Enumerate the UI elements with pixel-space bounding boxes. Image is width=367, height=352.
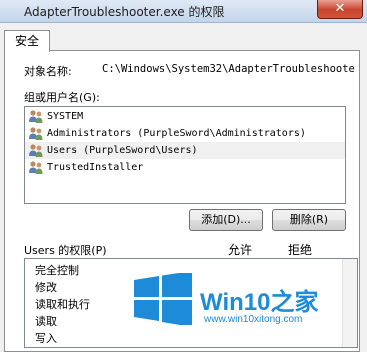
object-name-label: 对象名称: bbox=[24, 65, 72, 78]
permission-label: 读取 bbox=[35, 315, 57, 328]
close-button[interactable]: ✕ bbox=[317, 0, 363, 19]
group-list-label: 组或用户名(G): bbox=[24, 91, 100, 104]
list-item-label: SYSTEM bbox=[47, 111, 84, 122]
list-item-label: Administrators (PurpleSword\Administrato… bbox=[47, 128, 306, 139]
list-item[interactable]: TrustedInstaller bbox=[25, 159, 345, 176]
permissions-scrollbar[interactable] bbox=[342, 259, 357, 347]
user-group-icon bbox=[29, 161, 43, 174]
watermark-url: www.win10xitong.com bbox=[204, 314, 303, 325]
window-title: AdapterTroubleshooter.exe 的权限 bbox=[24, 5, 225, 19]
permission-label: 写入 bbox=[35, 332, 57, 345]
user-group-icon bbox=[29, 127, 43, 140]
group-user-list[interactable]: SYSTEM Administrators (PurpleSword\Admin… bbox=[24, 106, 346, 204]
brand-name: Win10 bbox=[200, 289, 271, 316]
windows-logo-icon bbox=[134, 273, 192, 325]
permission-label: 完全控制 bbox=[35, 264, 79, 277]
list-item-label: Users (PurpleSword\Users) bbox=[47, 145, 198, 156]
deny-header: 拒绝 bbox=[288, 243, 313, 257]
list-item[interactable]: Users (PurpleSword\Users) bbox=[25, 142, 345, 159]
list-item[interactable]: Administrators (PurpleSword\Administrato… bbox=[25, 125, 345, 142]
watermark-brand: Win10之家 bbox=[200, 282, 318, 317]
title-bar: AdapterTroubleshooter.exe 的权限 ✕ bbox=[0, 0, 367, 23]
add-button[interactable]: 添加(D)... bbox=[189, 209, 263, 231]
list-item[interactable]: SYSTEM bbox=[25, 108, 345, 125]
object-name-value: C:\Windows\System32\AdapterTroubleshoote bbox=[102, 63, 355, 75]
user-group-icon bbox=[29, 110, 43, 123]
allow-header: 允许 bbox=[228, 243, 253, 257]
brand-suffix: 之家 bbox=[270, 289, 319, 316]
list-item-label: TrustedInstaller bbox=[47, 162, 144, 173]
permission-label: 读取和执行 bbox=[35, 298, 90, 311]
permission-row: 写入 bbox=[25, 330, 357, 347]
tab-security[interactable]: 安全 bbox=[4, 30, 50, 52]
permissions-label: Users 的权限(P) bbox=[24, 244, 107, 257]
user-group-icon bbox=[29, 144, 43, 157]
remove-button[interactable]: 删除(R) bbox=[272, 209, 346, 231]
permission-label: 修改 bbox=[35, 281, 57, 294]
